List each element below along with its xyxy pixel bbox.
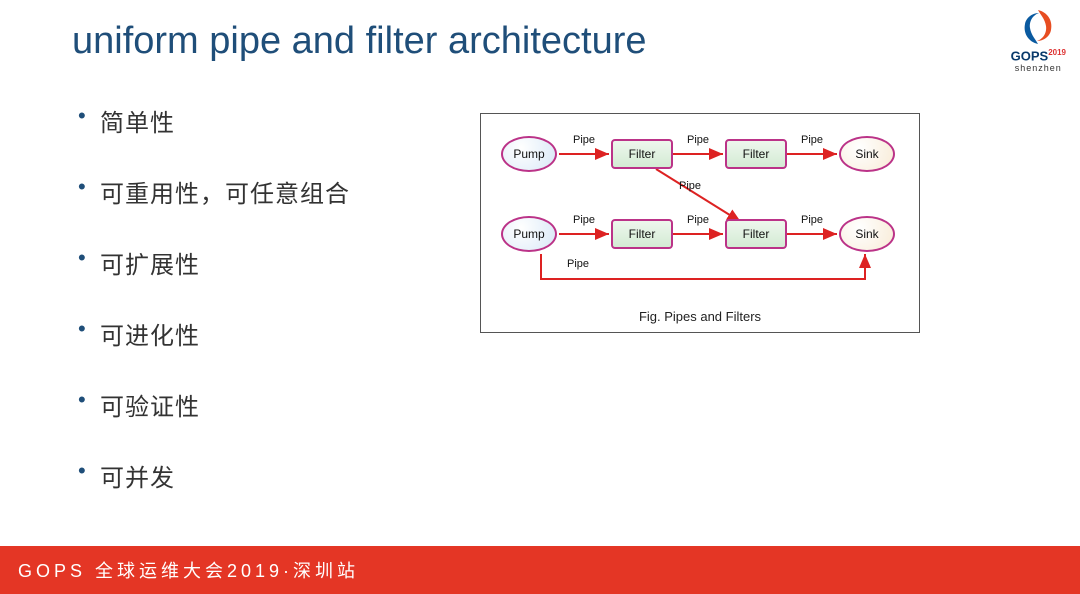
logo-swirl-icon — [1017, 6, 1059, 48]
logo-brand: GOPS2019 — [1011, 48, 1066, 63]
pipe-label: Pipe — [687, 134, 709, 146]
diagram-pipes-filters: Pump Pipe Filter Pipe Filter Pipe Sink P… — [480, 113, 920, 333]
diagram-node-pump: Pump — [501, 216, 557, 252]
diagram-node-sink: Sink — [839, 216, 895, 252]
diagram-node-filter: Filter — [611, 219, 673, 249]
gops-logo: GOPS2019 shenzhen — [1011, 6, 1066, 73]
diagram-node-filter: Filter — [725, 139, 787, 169]
list-item: 可验证性 — [78, 387, 470, 422]
list-item: 简单性 — [78, 103, 470, 138]
logo-brand-text: GOPS — [1011, 48, 1049, 63]
pipe-label: Pipe — [573, 134, 595, 146]
pipe-label: Pipe — [801, 214, 823, 226]
pipe-label: Pipe — [679, 180, 701, 192]
footer-bar: GOPS 全球运维大会2019·深圳站 — [0, 546, 1080, 594]
list-item: 可并发 — [78, 458, 470, 493]
footer-text: GOPS 全球运维大会2019·深圳站 — [18, 557, 359, 583]
diagram-node-sink: Sink — [839, 136, 895, 172]
pipe-label: Pipe — [687, 214, 709, 226]
diagram-node-filter: Filter — [611, 139, 673, 169]
list-item: 可进化性 — [78, 316, 470, 351]
logo-city: shenzhen — [1011, 63, 1066, 73]
pipe-label: Pipe — [801, 134, 823, 146]
pipe-label: Pipe — [567, 258, 589, 270]
list-item: 可扩展性 — [78, 245, 470, 280]
diagram-node-pump: Pump — [501, 136, 557, 172]
list-item: 可重用性，可任意组合 — [78, 174, 470, 209]
pipe-label: Pipe — [573, 214, 595, 226]
diagram-caption: Fig. Pipes and Filters — [481, 309, 919, 324]
content-row: 简单性 可重用性，可任意组合 可扩展性 可进化性 可验证性 可并发 — [0, 103, 1080, 529]
bullet-list: 简单性 可重用性，可任意组合 可扩展性 可进化性 可验证性 可并发 — [0, 103, 470, 529]
diagram-node-filter: Filter — [725, 219, 787, 249]
slide-title: uniform pipe and filter architecture — [0, 0, 1080, 63]
logo-year: 2019 — [1048, 48, 1066, 57]
